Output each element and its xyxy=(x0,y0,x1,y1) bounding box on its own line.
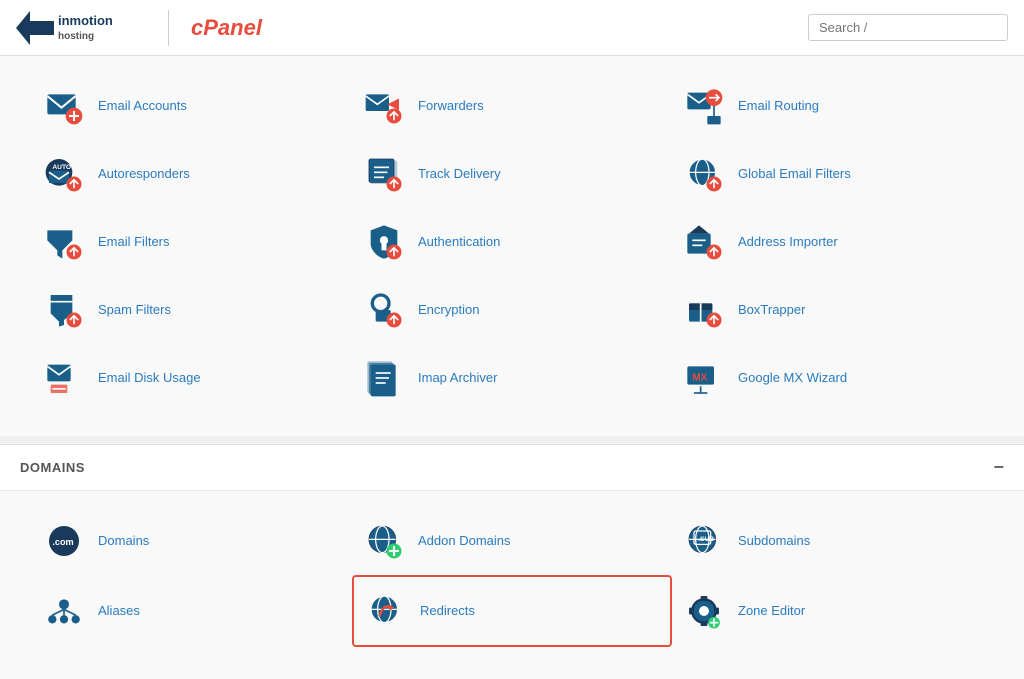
inmotion-logo: inmotion hosting xyxy=(16,9,146,47)
cpanel-logo: cPanel xyxy=(191,15,262,41)
domains-item-label-zone-editor: Zone Editor xyxy=(738,603,805,620)
domains-item-label-subdomains: Subdomains xyxy=(738,533,810,550)
email-item-label-email-routing: Email Routing xyxy=(738,98,819,115)
email-item-label-boxtrapper: BoxTrapper xyxy=(738,302,805,319)
email-item-label-email-accounts: Email Accounts xyxy=(98,98,187,115)
domains-item-redirects[interactable]: Redirects xyxy=(352,575,672,647)
email-item-label-global-email-filters: Global Email Filters xyxy=(738,166,851,183)
email-item-label-address-importer: Address Importer xyxy=(738,234,838,251)
address-importer-icon xyxy=(680,218,728,266)
addon-domains-icon xyxy=(360,517,408,565)
email-item-spam-filters[interactable]: Spam Filters xyxy=(32,276,352,344)
email-item-encryption[interactable]: Encryption xyxy=(352,276,672,344)
spam-filters-icon xyxy=(40,286,88,334)
svg-text:AUTO: AUTO xyxy=(52,164,71,171)
zone-editor-icon xyxy=(680,587,728,635)
domains-item-subdomains[interactable]: .SUB Subdomains xyxy=(672,507,992,575)
domains-section: .com Domains Addon Domains .SUB Subdomai… xyxy=(0,491,1024,679)
email-disk-usage-icon xyxy=(40,354,88,402)
subdomains-icon: .SUB xyxy=(680,517,728,565)
search-input[interactable] xyxy=(808,14,1008,41)
email-item-label-google-mx-wizard: Google MX Wizard xyxy=(738,370,847,387)
email-item-label-autoresponders: Autoresponders xyxy=(98,166,190,183)
email-item-label-email-disk-usage: Email Disk Usage xyxy=(98,370,201,387)
domains-section-header: DOMAINS − xyxy=(0,444,1024,491)
email-item-email-disk-usage[interactable]: Email Disk Usage xyxy=(32,344,352,412)
email-items-grid: Email Accounts Forwarders Email Routing xyxy=(16,64,1008,428)
domains-collapse-button[interactable]: − xyxy=(993,457,1004,478)
email-section: Email Accounts Forwarders Email Routing xyxy=(0,56,1024,436)
email-accounts-icon xyxy=(40,82,88,130)
email-item-email-accounts[interactable]: Email Accounts xyxy=(32,72,352,140)
svg-text:.com: .com xyxy=(52,537,73,547)
email-item-global-email-filters[interactable]: Global Email Filters xyxy=(672,140,992,208)
domains-item-label-redirects: Redirects xyxy=(420,603,475,620)
email-item-email-routing[interactable]: Email Routing xyxy=(672,72,992,140)
domains-item-label-aliases: Aliases xyxy=(98,603,140,620)
autoresponders-icon: AUTO xyxy=(40,150,88,198)
domains-items-grid: .com Domains Addon Domains .SUB Subdomai… xyxy=(16,499,1008,663)
email-item-label-spam-filters: Spam Filters xyxy=(98,302,171,319)
email-item-label-imap-archiver: Imap Archiver xyxy=(418,370,497,387)
logo-divider xyxy=(168,10,169,46)
email-item-boxtrapper[interactable]: BoxTrapper xyxy=(672,276,992,344)
email-item-email-filters[interactable]: Email Filters xyxy=(32,208,352,276)
redirects-icon xyxy=(362,587,410,635)
svg-text:hosting: hosting xyxy=(58,31,94,42)
logo-area: inmotion hosting cPanel xyxy=(16,9,262,47)
email-routing-icon xyxy=(680,82,728,130)
aliases-icon xyxy=(40,587,88,635)
email-item-forwarders[interactable]: Forwarders xyxy=(352,72,672,140)
forwarders-icon xyxy=(360,82,408,130)
email-item-address-importer[interactable]: Address Importer xyxy=(672,208,992,276)
email-item-label-forwarders: Forwarders xyxy=(418,98,484,115)
domains-item-label-addon-domains: Addon Domains xyxy=(418,533,511,550)
email-item-track-delivery[interactable]: Track Delivery xyxy=(352,140,672,208)
email-item-label-email-filters: Email Filters xyxy=(98,234,170,251)
track-delivery-icon xyxy=(360,150,408,198)
domains-section-title: DOMAINS xyxy=(20,460,85,475)
email-item-authentication[interactable]: Authentication xyxy=(352,208,672,276)
email-item-google-mx-wizard[interactable]: MX Google MX Wizard xyxy=(672,344,992,412)
svg-text:inmotion: inmotion xyxy=(58,13,113,28)
email-item-autoresponders[interactable]: AUTO Autoresponders xyxy=(32,140,352,208)
svg-text:MX: MX xyxy=(692,373,707,384)
encryption-icon xyxy=(360,286,408,334)
svg-text:.SUB: .SUB xyxy=(698,536,714,543)
email-item-label-encryption: Encryption xyxy=(418,302,479,319)
email-filters-icon xyxy=(40,218,88,266)
inmotion-logo-svg: inmotion hosting xyxy=(16,9,146,47)
domains-item-label-domains: Domains xyxy=(98,533,149,550)
domains-item-aliases[interactable]: Aliases xyxy=(32,575,352,647)
authentication-icon xyxy=(360,218,408,266)
domains-item-domains[interactable]: .com Domains xyxy=(32,507,352,575)
domains-item-addon-domains[interactable]: Addon Domains xyxy=(352,507,672,575)
email-item-label-track-delivery: Track Delivery xyxy=(418,166,501,183)
global-email-filters-icon xyxy=(680,150,728,198)
boxtrapper-icon xyxy=(680,286,728,334)
email-item-label-authentication: Authentication xyxy=(418,234,500,251)
imap-archiver-icon xyxy=(360,354,408,402)
header: inmotion hosting cPanel xyxy=(0,0,1024,56)
domains-icon: .com xyxy=(40,517,88,565)
domains-item-zone-editor[interactable]: Zone Editor xyxy=(672,575,992,647)
main-content: Email Accounts Forwarders Email Routing xyxy=(0,56,1024,679)
google-mx-wizard-icon: MX xyxy=(680,354,728,402)
email-item-imap-archiver[interactable]: Imap Archiver xyxy=(352,344,672,412)
